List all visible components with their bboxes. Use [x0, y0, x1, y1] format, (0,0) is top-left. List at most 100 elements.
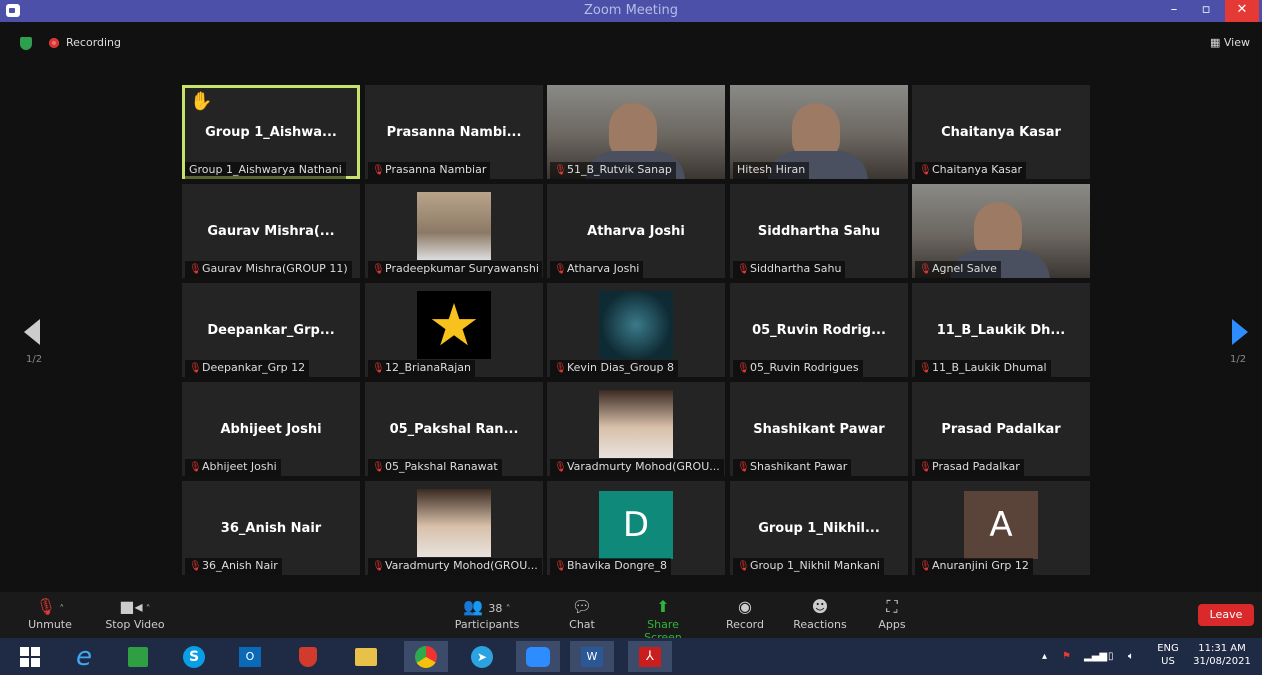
participant-display-name: Prasad Padalkar [941, 422, 1061, 437]
muted-microphone-icon: 🎙︎ [189, 264, 202, 275]
internet-explorer-icon[interactable]: e [62, 641, 106, 672]
muted-microphone-icon: 🎙︎ [372, 165, 385, 176]
participant-name-text: Chaitanya Kasar [932, 163, 1022, 176]
previous-page-arrow-icon[interactable] [24, 319, 40, 345]
participant-tile[interactable]: Gaurav Mishra(... 🎙︎Gaurav Mishra(GROUP 1… [182, 184, 360, 278]
recording-label[interactable]: Recording [66, 36, 121, 49]
region-code: US [1161, 656, 1175, 667]
security-shield-icon[interactable] [286, 641, 330, 672]
participant-name-text: 05_Pakshal Ranawat [385, 460, 498, 473]
leave-button[interactable]: Leave [1198, 604, 1254, 626]
participant-name-label: 🎙︎Prasanna Nambiar [368, 162, 491, 179]
participant-tile[interactable]: Prasanna Nambi... 🎙︎Prasanna Nambiar [365, 85, 543, 179]
participant-tile[interactable]: 05_Pakshal Ran... 🎙︎05_Pakshal Ranawat [365, 382, 543, 476]
participants-label: Participants [454, 618, 520, 631]
participant-name-label: 🎙︎12_BrianaRajan [368, 360, 475, 377]
share-screen-button[interactable]: ⬆ Share Screen [628, 596, 698, 644]
word-icon[interactable]: W [570, 641, 614, 672]
participant-name-text: Group 1_Nikhil Mankani [750, 559, 880, 572]
participant-tile[interactable]: Siddhartha Sahu 🎙︎Siddhartha Sahu [730, 184, 908, 278]
participant-tile[interactable]: 🎙︎Agnel Salve [912, 184, 1090, 278]
share-screen-icon: ⬆ [656, 597, 670, 616]
language-indicator[interactable]: ENG US [1154, 642, 1182, 668]
participant-display-name: Abhijeet Joshi [220, 422, 322, 437]
unmute-button[interactable]: 🎙︎ ˄ Unmute [24, 596, 76, 631]
shield-icon[interactable] [20, 37, 32, 50]
participant-tile[interactable]: Deepankar_Grp... 🎙︎Deepankar_Grp 12 [182, 283, 360, 377]
chat-button[interactable]: 💬︎ Chat [562, 596, 602, 631]
participant-tile[interactable]: 🎙︎Kevin Dias_Group 8 [547, 283, 725, 377]
participant-name-label: 🎙︎Varadmurty Mohod(GROU... [368, 558, 542, 575]
participant-name-text: 11_B_Laukik Dhumal [932, 361, 1047, 374]
reactions-label: Reactions [793, 618, 847, 631]
participant-tile[interactable]: 🎙︎51_B_Rutvik Sanap [547, 85, 725, 179]
zoom-taskbar-icon[interactable] [516, 641, 560, 672]
volume-icon[interactable]: 🔈︎ [1128, 650, 1134, 663]
reactions-button[interactable]: ☻ Reactions [792, 596, 848, 631]
participant-tile[interactable]: 🎙︎Varadmurty Mohod(GROU... [547, 382, 725, 476]
windows-taskbar: e S O ➤ W ⅄ ▴ ⚑ ▂▄▆ ▯ 🔈︎ ENG US 11:31 AM… [0, 638, 1262, 675]
participant-tile[interactable]: 🎙︎Pradeepkumar Suryawanshi [365, 184, 543, 278]
battery-icon[interactable]: ▯ [1108, 650, 1114, 663]
skype-icon[interactable]: S [172, 641, 216, 672]
participant-name-label: 🎙︎Bhavika Dongre_8 [550, 558, 671, 575]
flag-icon[interactable]: ⚑ [1062, 650, 1071, 663]
clock[interactable]: 11:31 AM 31/08/2021 [1190, 642, 1254, 668]
participants-button[interactable]: 👥 38 ˄ Participants [452, 596, 522, 631]
participant-name-label: 🎙︎Atharva Joshi [550, 261, 644, 278]
network-icon[interactable]: ▂▄▆ [1084, 650, 1107, 663]
raised-hand-icon: ✋ [190, 91, 213, 112]
acrobat-icon[interactable]: ⅄ [628, 641, 672, 672]
participant-name-text: Shashikant Pawar [750, 460, 848, 473]
participant-name-label: 🎙︎36_Anish Nair [185, 558, 282, 575]
outlook-icon[interactable]: O [228, 641, 272, 672]
muted-microphone-icon: 🎙︎ [737, 363, 750, 374]
participant-tile[interactable]: ✋ Group 1_Aishwa... Group 1_Aishwarya Nath… [182, 85, 360, 179]
participant-tile[interactable]: D 🎙︎Bhavika Dongre_8 [547, 481, 725, 575]
muted-microphone-icon: 🎙︎ [189, 363, 202, 374]
participant-tile[interactable]: Atharva Joshi 🎙︎Atharva Joshi [547, 184, 725, 278]
view-label: View [1223, 36, 1250, 49]
muted-microphone-icon: 🎙︎ [554, 561, 567, 572]
participant-tile[interactable]: Group 1_Nikhil... 🎙︎Group 1_Nikhil Mankan… [730, 481, 908, 575]
participant-photo [599, 291, 673, 359]
grid-icon: ▦ [1210, 36, 1224, 49]
apps-button[interactable]: ⛶ Apps [874, 596, 910, 631]
participant-name-text: Varadmurty Mohod(GROU... [385, 559, 538, 572]
participant-tile[interactable]: ★ 🎙︎12_BrianaRajan [365, 283, 543, 377]
stop-video-button[interactable]: ■◂ ˄ Stop Video [100, 596, 170, 631]
record-button[interactable]: ◉ Record [722, 596, 768, 631]
telegram-icon[interactable]: ➤ [460, 641, 504, 672]
participant-tile[interactable]: 🎙︎Varadmurty Mohod(GROU... [365, 481, 543, 575]
participant-name-label: Group 1_Aishwarya Nathani [185, 162, 346, 179]
participant-tile[interactable]: A 🎙︎Anuranjini Grp 12 [912, 481, 1090, 575]
participant-tile[interactable]: Prasad Padalkar 🎙︎Prasad Padalkar [912, 382, 1090, 476]
store-icon[interactable] [116, 641, 160, 672]
view-button[interactable]: ▦ View [1210, 36, 1250, 49]
participant-name-text: Atharva Joshi [567, 262, 640, 275]
participant-name-label: 🎙︎Deepankar_Grp 12 [185, 360, 310, 377]
muted-microphone-icon: 🎙︎ [554, 264, 567, 275]
tray-arrow-icon[interactable]: ▴ [1042, 650, 1047, 663]
minimize-button[interactable]: – [1158, 0, 1190, 22]
muted-microphone-icon: 🎙︎ [919, 165, 932, 176]
participant-tile[interactable]: Abhijeet Joshi 🎙︎Abhijeet Joshi [182, 382, 360, 476]
maximize-button[interactable]: ▫ [1190, 0, 1222, 22]
participant-tile[interactable]: Chaitanya Kasar 🎙︎Chaitanya Kasar [912, 85, 1090, 179]
participant-tile[interactable]: 05_Ruvin Rodrig... 🎙︎05_Ruvin Rodrigues [730, 283, 908, 377]
participant-avatar: D [599, 491, 673, 559]
file-explorer-icon[interactable] [344, 641, 388, 672]
participant-name-text: Varadmurty Mohod(GROU... [567, 460, 720, 473]
participant-name-label: 🎙︎05_Pakshal Ranawat [368, 459, 502, 476]
participant-tile[interactable]: 36_Anish Nair 🎙︎36_Anish Nair [182, 481, 360, 575]
participant-avatar: A [964, 491, 1038, 559]
next-page-arrow-icon[interactable] [1232, 319, 1248, 345]
muted-microphone-icon: 🎙︎ [737, 462, 750, 473]
close-button[interactable]: ✕ [1225, 0, 1259, 22]
participant-name-text: Gaurav Mishra(GROUP 11) [202, 262, 348, 275]
chrome-icon[interactable] [404, 641, 448, 672]
participant-tile[interactable]: 11_B_Laukik Dh... 🎙︎11_B_Laukik Dhumal [912, 283, 1090, 377]
participant-tile[interactable]: Shashikant Pawar 🎙︎Shashikant Pawar [730, 382, 908, 476]
windows-start-icon[interactable] [8, 641, 52, 672]
participant-tile[interactable]: Hitesh Hiran [730, 85, 908, 179]
